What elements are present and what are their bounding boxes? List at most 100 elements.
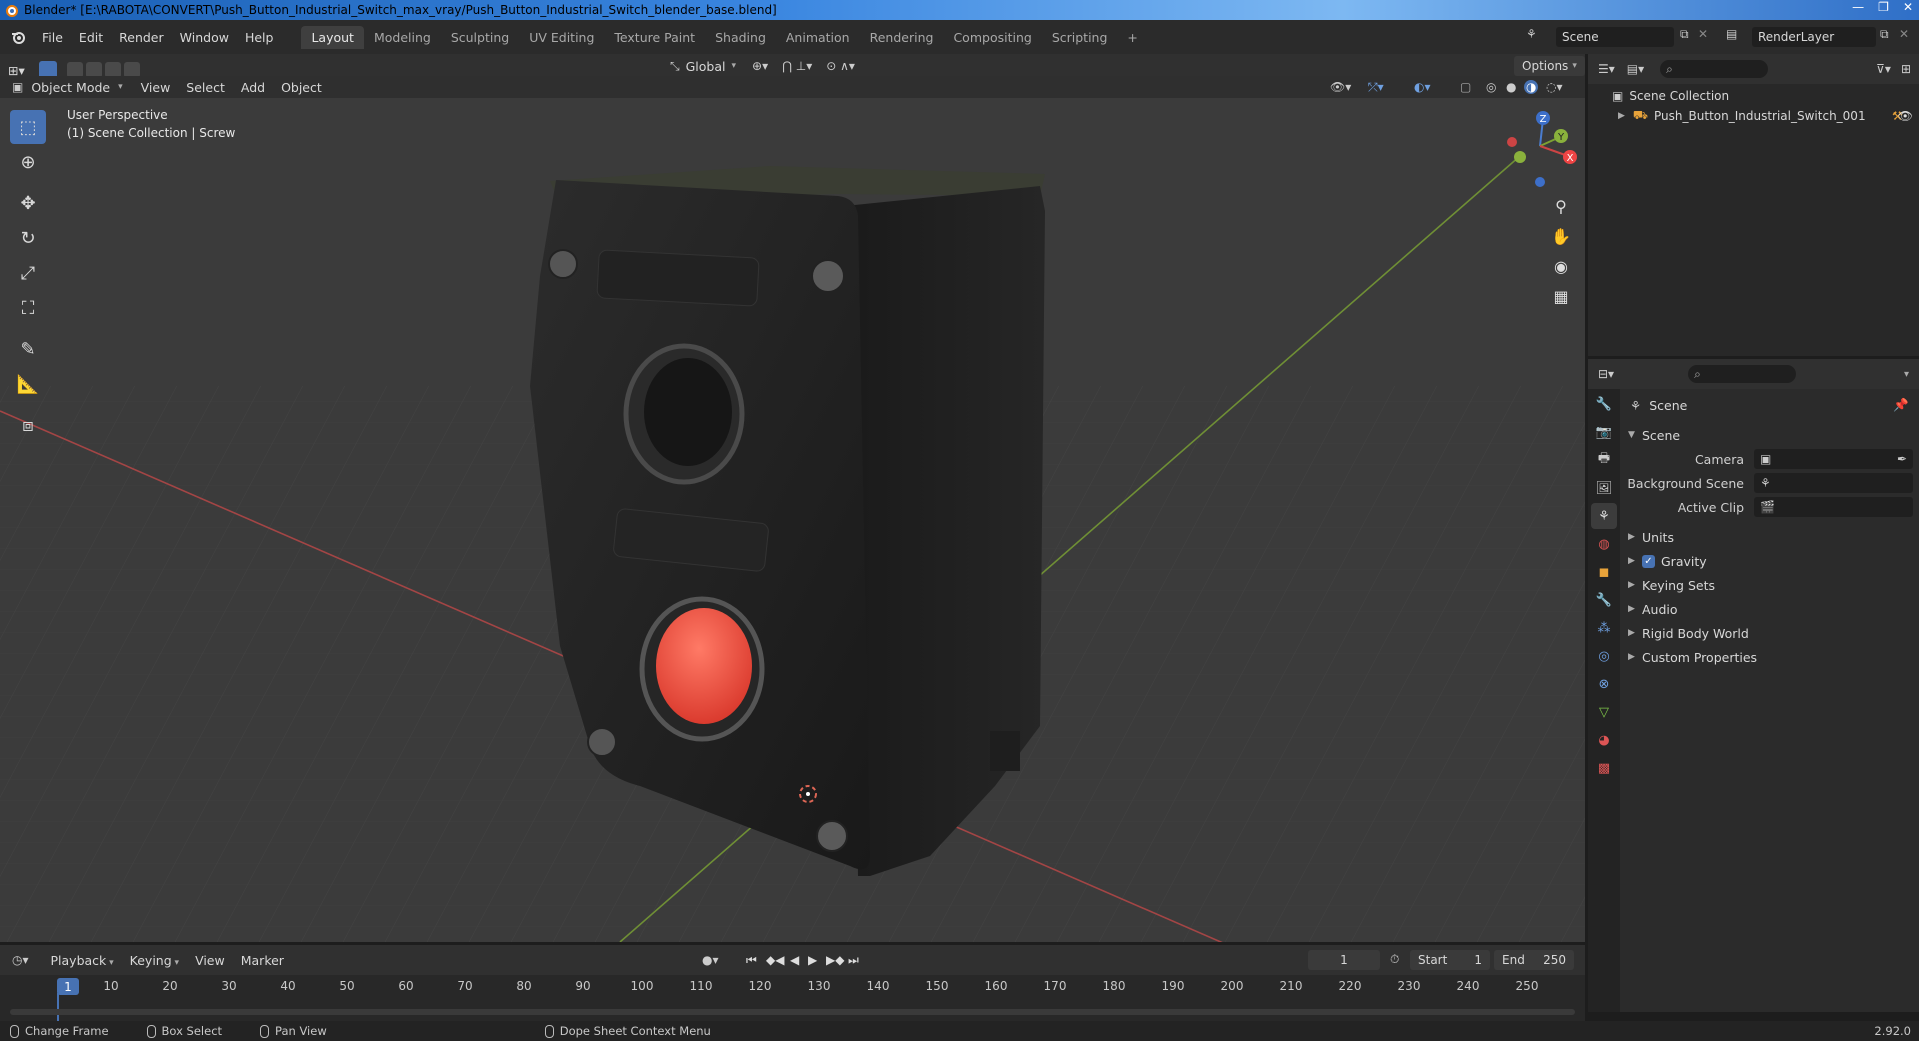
jump-keyframe-forward-icon[interactable]: ▶◆: [826, 953, 844, 967]
eyedropper-icon[interactable]: ✒: [1897, 452, 1907, 466]
constraints-tab-icon[interactable]: ⊗: [1591, 671, 1617, 697]
pin-icon[interactable]: 📌: [1893, 397, 1909, 413]
tab-animation[interactable]: Animation: [776, 26, 860, 49]
active-clip-field[interactable]: 🎬: [1754, 497, 1913, 517]
material-shading-icon[interactable]: ◑: [1524, 80, 1539, 94]
current-frame-field[interactable]: 1: [1308, 950, 1380, 970]
physics-tab-icon[interactable]: ◎: [1591, 643, 1617, 669]
expand-arrow-icon[interactable]: ▶: [1618, 111, 1625, 121]
xray-icon[interactable]: ▢: [1460, 80, 1471, 94]
cursor-icon[interactable]: ⊕: [10, 145, 46, 179]
remove-scene-icon[interactable]: ✕: [1698, 27, 1708, 41]
panel-rigid-body-world[interactable]: ▶ Rigid Body World: [1622, 621, 1919, 645]
rotate-icon[interactable]: ↻: [10, 221, 46, 255]
render-tab-icon[interactable]: 📷: [1591, 419, 1617, 445]
renderlayer-field[interactable]: RenderLayer: [1752, 27, 1876, 47]
chevron-down-icon[interactable]: ▾: [1904, 369, 1909, 380]
outliner-row-scene-collection[interactable]: ▣ Scene Collection: [1588, 86, 1919, 106]
stopwatch-icon[interactable]: ⏱: [1390, 952, 1399, 967]
tab-shading[interactable]: Shading: [705, 26, 776, 49]
view-layer-tab-icon[interactable]: 🖼: [1591, 475, 1617, 501]
maximize-button[interactable]: ❐: [1878, 0, 1889, 14]
panel-keying-sets[interactable]: ▶ Keying Sets: [1622, 573, 1919, 597]
object-mode-dropdown[interactable]: Object Mode: [23, 77, 118, 98]
transform-orientation-dropdown[interactable]: Global: [686, 59, 726, 74]
scene-selector-icon[interactable]: ⚘: [1526, 27, 1537, 41]
gizmo-toggle-icon[interactable]: ⤱▾: [1368, 80, 1384, 95]
menu-view[interactable]: View: [133, 77, 179, 98]
add-workspace-button[interactable]: +: [1117, 26, 1147, 49]
playhead-frame-indicator[interactable]: 1: [57, 978, 79, 995]
menu-edit[interactable]: Edit: [71, 30, 111, 45]
object-mode-icon[interactable]: ▣: [12, 80, 23, 94]
close-button[interactable]: ✕: [1903, 0, 1913, 14]
particles-tab-icon[interactable]: ⁂: [1591, 615, 1617, 641]
proportional-edit-icon[interactable]: ⊙ ∧▾: [826, 59, 855, 73]
remove-renderlayer-icon[interactable]: ✕: [1899, 27, 1909, 41]
annotate-icon[interactable]: ✎: [10, 332, 46, 366]
texture-tab-icon[interactable]: ▩: [1591, 755, 1617, 781]
menu-render[interactable]: Render: [111, 30, 172, 45]
snap-icon[interactable]: ⋂ ⊥▾: [782, 59, 812, 73]
add-cube-icon[interactable]: ⧈: [10, 408, 46, 442]
tab-layout[interactable]: Layout: [301, 25, 364, 49]
menu-timeline-view[interactable]: View: [187, 950, 233, 971]
tab-compositing[interactable]: Compositing: [943, 26, 1041, 49]
menu-file[interactable]: File: [34, 30, 71, 45]
tab-rendering[interactable]: Rendering: [860, 26, 944, 49]
tab-scripting[interactable]: Scripting: [1042, 26, 1118, 49]
panel-custom-properties[interactable]: ▶ Custom Properties: [1622, 645, 1919, 669]
blender-menu-icon[interactable]: [10, 29, 26, 45]
outliner-search-input[interactable]: ⌕: [1660, 60, 1769, 78]
camera-view-icon[interactable]: ◉: [1547, 252, 1575, 280]
scene-field[interactable]: Scene: [1556, 27, 1674, 47]
object-tab-icon[interactable]: ◼: [1591, 559, 1617, 585]
filter-icon[interactable]: ⊽▾: [1876, 62, 1891, 76]
panel-gravity[interactable]: ▶ ✓ Gravity: [1622, 549, 1919, 573]
move-icon[interactable]: ✥: [10, 186, 46, 220]
tool-tab-icon[interactable]: 🔧: [1591, 391, 1617, 417]
jump-end-icon[interactable]: ⏭: [848, 953, 859, 968]
outliner-editor-type-icon[interactable]: ☰▾: [1598, 62, 1615, 76]
select-box-icon[interactable]: ⬚: [10, 110, 46, 144]
new-collection-icon[interactable]: ⊞: [1901, 62, 1911, 76]
play-icon[interactable]: ▶: [808, 953, 817, 967]
ortho-grid-icon[interactable]: ▦: [1547, 282, 1575, 310]
menu-window[interactable]: Window: [172, 30, 237, 45]
tab-modeling[interactable]: Modeling: [364, 26, 441, 49]
menu-select[interactable]: Select: [178, 77, 233, 98]
new-renderlayer-icon[interactable]: ⧉: [1880, 27, 1889, 42]
timeline-scrollbar[interactable]: [10, 1009, 1575, 1015]
menu-keying[interactable]: Keying ▾: [122, 950, 187, 971]
eye-icon[interactable]: 👁: [1898, 109, 1913, 123]
scene-tab-icon[interactable]: ⚘: [1591, 503, 1617, 529]
display-mode-icon[interactable]: ▤▾: [1627, 62, 1644, 76]
scale-icon[interactable]: ⤢: [10, 256, 46, 290]
panel-scene-header[interactable]: ▼ Scene: [1622, 423, 1919, 447]
measure-icon[interactable]: 📐: [10, 367, 46, 401]
modifier-tab-icon[interactable]: 🔧: [1591, 587, 1617, 613]
panel-units[interactable]: ▶ Units: [1622, 525, 1919, 549]
panel-audio[interactable]: ▶ Audio: [1622, 597, 1919, 621]
record-icon[interactable]: ●▾: [702, 953, 719, 967]
outliner-row-object[interactable]: ▶ ⛟ Push_Button_Industrial_Switch_001 ⚒ …: [1588, 106, 1919, 126]
background-scene-field[interactable]: ⚘: [1754, 473, 1913, 493]
3d-viewport[interactable]: Z Y X User Perspective (1) Scene Collect…: [0, 86, 1585, 942]
minimize-button[interactable]: —: [1852, 0, 1864, 14]
options-dropdown[interactable]: Options ▾: [1514, 56, 1585, 76]
properties-search-input[interactable]: ⌕: [1688, 365, 1797, 383]
pan-hand-icon[interactable]: ✋: [1547, 222, 1575, 250]
jump-start-icon[interactable]: ⏮: [746, 953, 757, 968]
zoom-icon[interactable]: ⚲: [1547, 192, 1575, 220]
pivot-icon[interactable]: ⊕▾: [752, 59, 768, 73]
end-frame-field[interactable]: End 250: [1494, 950, 1574, 970]
tab-uv-editing[interactable]: UV Editing: [519, 26, 604, 49]
start-frame-field[interactable]: Start 1: [1410, 950, 1490, 970]
gravity-checkbox[interactable]: ✓: [1642, 554, 1655, 568]
wireframe-shading-icon[interactable]: ◎: [1486, 80, 1496, 94]
tab-sculpting[interactable]: Sculpting: [441, 26, 519, 49]
timeline-ruler[interactable]: 1 10 20 30 40 50 60 70 80 90 100 110 120…: [0, 975, 1585, 1023]
menu-playback[interactable]: Playback ▾: [43, 950, 122, 971]
jump-keyframe-back-icon[interactable]: ◆◀: [766, 953, 784, 967]
data-tab-icon[interactable]: ▽: [1591, 699, 1617, 725]
